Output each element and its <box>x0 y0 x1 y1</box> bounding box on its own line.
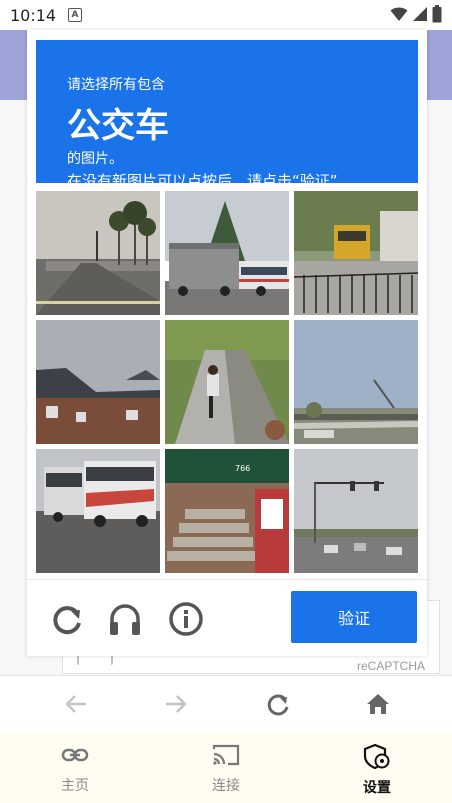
back-arrow-icon[interactable] <box>62 690 90 718</box>
intersection-image <box>294 449 418 573</box>
tour-buses-image <box>36 449 160 573</box>
status-bar: 10:14 A <box>0 0 452 30</box>
captcha-tile-5[interactable] <box>165 320 289 444</box>
captcha-tile-7[interactable] <box>36 449 160 573</box>
target-object: 公交车 <box>67 106 169 146</box>
recaptcha-brand: reCAPTCHA <box>356 659 425 673</box>
instruction-line2: 的图片。 <box>67 151 123 167</box>
info-icon[interactable] <box>166 599 206 639</box>
home-icon[interactable] <box>364 690 392 718</box>
cyclist-image <box>165 320 289 444</box>
captcha-tile-6[interactable] <box>294 320 418 444</box>
captcha-header: 请选择所有包含 公交车 的图片。 在没有新图片可以点按后，请点击“验证” <box>36 40 418 183</box>
reload-icon[interactable] <box>47 599 87 639</box>
tab-home-label: 主页 <box>61 778 89 794</box>
captcha-tile-4[interactable] <box>36 320 160 444</box>
truck-bus-image <box>165 191 289 315</box>
browser-nav-bar <box>0 675 452 732</box>
captcha-dialog: 请选择所有包含 公交车 的图片。 在没有新图片可以点按后，请点击“验证” 766… <box>27 30 427 656</box>
stairs-awning-image: 766 <box>165 449 289 573</box>
image-grid: 766 <box>36 191 418 573</box>
headphones-icon[interactable] <box>105 599 145 639</box>
captcha-tile-1[interactable] <box>36 191 160 315</box>
captcha-tile-2[interactable] <box>165 191 289 315</box>
link-icon <box>61 748 89 762</box>
footer-divider <box>27 579 427 580</box>
tab-settings-label: 设置 <box>363 780 391 796</box>
tab-settings[interactable]: 设置 <box>337 743 417 799</box>
verify-button[interactable]: 验证 <box>291 591 417 643</box>
battery-icon <box>432 5 442 23</box>
overpass-image <box>294 320 418 444</box>
forward-arrow-icon[interactable] <box>162 690 190 718</box>
instruction-line1: 请选择所有包含 <box>67 77 165 93</box>
tab-connect[interactable]: 连接 <box>186 743 266 799</box>
refresh-icon[interactable] <box>264 690 292 718</box>
bottom-tab-bar: 主页 连接 设置 <box>0 731 452 803</box>
houses-image <box>36 320 160 444</box>
instruction-line3: 在没有新图片可以点按后，请点击“验证” <box>67 172 338 183</box>
street-palm-image <box>36 191 160 315</box>
wifi-icon <box>390 7 408 21</box>
captcha-tile-8[interactable]: 766 <box>165 449 289 573</box>
tab-home[interactable]: 主页 <box>35 743 115 799</box>
svg-text:766: 766 <box>235 464 250 473</box>
captcha-tile-3[interactable] <box>294 191 418 315</box>
shield-gear-icon <box>363 743 390 770</box>
captcha-tile-9[interactable] <box>294 449 418 573</box>
tab-connect-label: 连接 <box>212 778 240 794</box>
cast-icon <box>212 744 240 766</box>
status-time: 10:14 <box>10 6 57 25</box>
signal-icon <box>413 7 427 21</box>
system-icons <box>390 5 442 23</box>
notification-a-icon: A <box>68 8 82 22</box>
school-bus-image <box>294 191 418 315</box>
